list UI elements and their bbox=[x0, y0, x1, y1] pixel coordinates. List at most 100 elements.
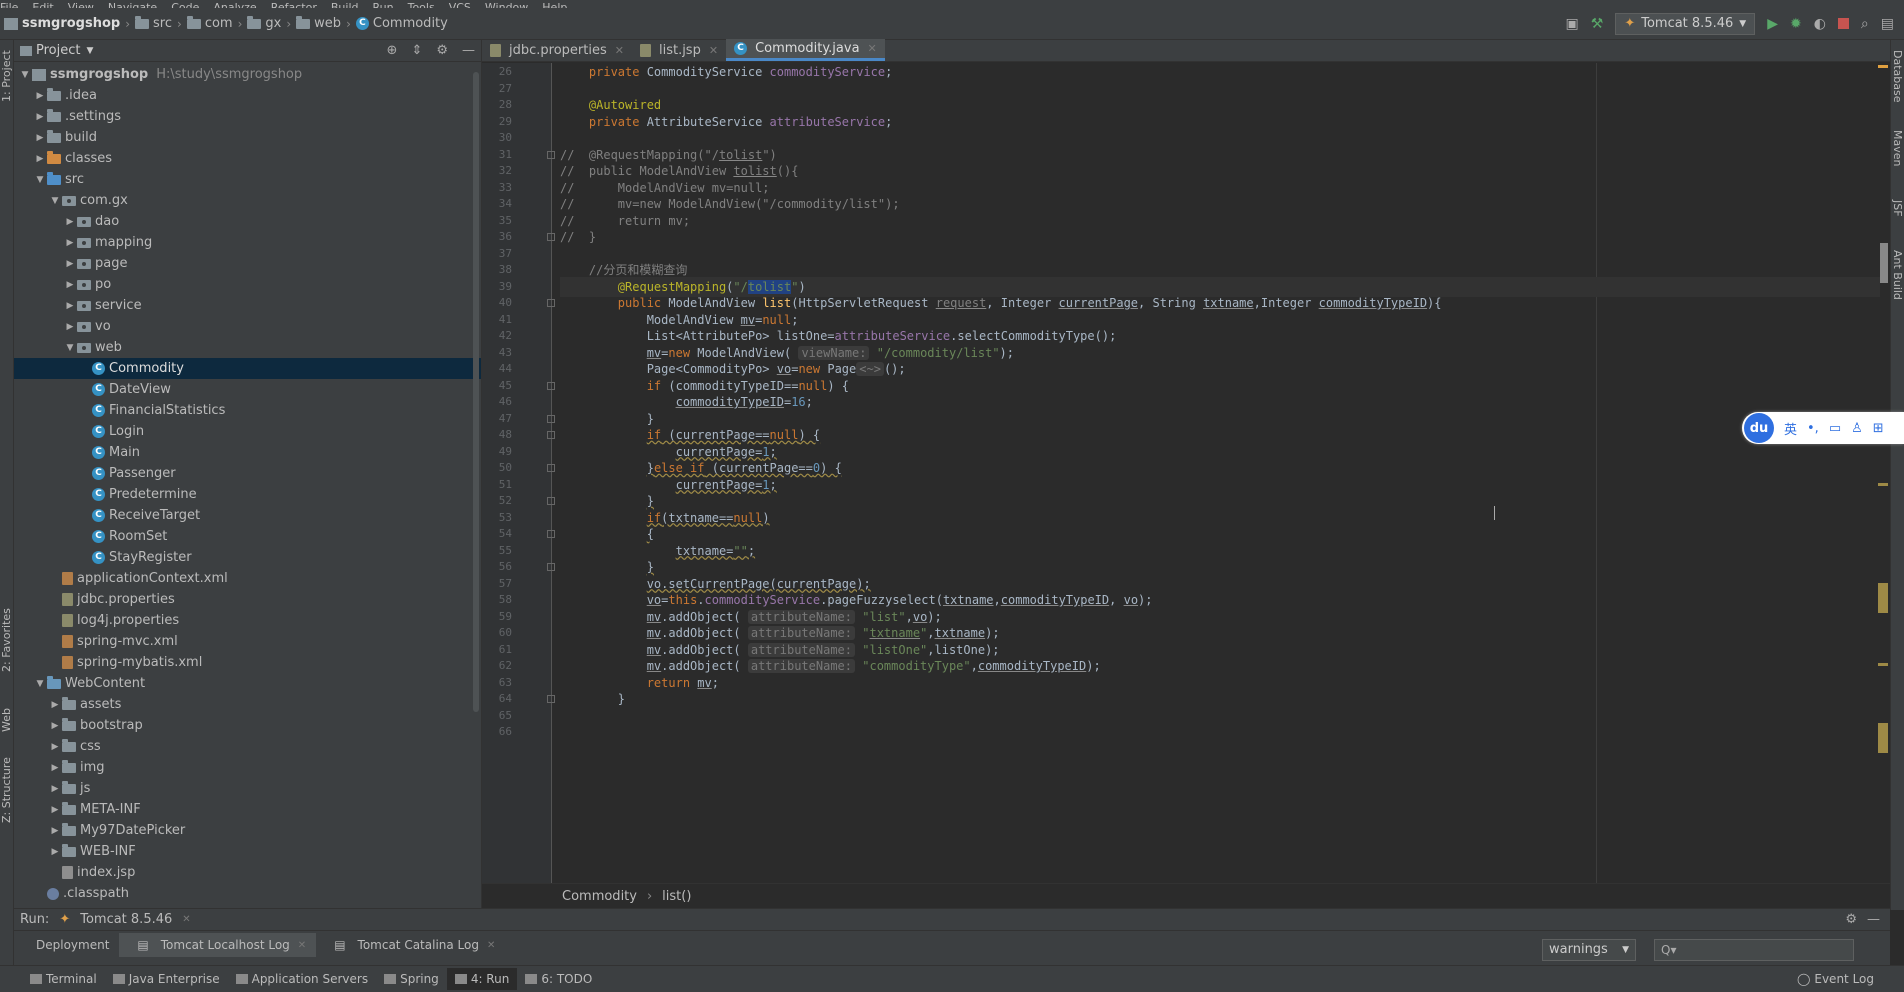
tool-window-application-servers[interactable]: Application Servers bbox=[228, 968, 376, 990]
tab-project[interactable]: 1: Project bbox=[0, 46, 14, 106]
fold-marker-icon[interactable] bbox=[547, 563, 555, 571]
run-subtab[interactable]: ▤ Tomcat Catalina Log ✕ bbox=[316, 933, 505, 957]
tree-item[interactable]: ▼ WebContent bbox=[14, 673, 481, 694]
tree-item[interactable]: ▶ css bbox=[14, 736, 481, 757]
run-config-selector[interactable]: ✦ Tomcat 8.5.46 ▼ bbox=[1615, 12, 1756, 35]
run-subtab[interactable]: Deployment bbox=[26, 933, 119, 957]
code-area[interactable]: 26 27 28 29 30 31 32 33 34 35 36 37 38 39 40 41 42 43 44 45… bbox=[482, 63, 1890, 883]
collapsed-arrow-icon[interactable]: ▶ bbox=[48, 805, 62, 815]
tree-item[interactable]: ▶ assets bbox=[14, 694, 481, 715]
collapsed-arrow-icon[interactable]: ▶ bbox=[33, 91, 47, 101]
build-hammer-icon[interactable]: ⚒ bbox=[1591, 16, 1604, 32]
tree-item[interactable]: C FinancialStatistics bbox=[14, 400, 481, 421]
layout-icon[interactable]: ▤ bbox=[1881, 16, 1894, 32]
breadcrumb-item[interactable]: › web bbox=[281, 15, 341, 31]
fold-marker-icon[interactable] bbox=[547, 381, 555, 390]
collapsed-arrow-icon[interactable]: ▶ bbox=[48, 847, 62, 857]
expanded-arrow-icon[interactable]: ▼ bbox=[18, 70, 32, 80]
expanded-arrow-icon[interactable]: ▼ bbox=[33, 175, 47, 185]
fold-marker-icon[interactable] bbox=[547, 150, 555, 159]
tree-item[interactable]: ▶ vo bbox=[14, 316, 481, 337]
close-icon[interactable]: ✕ bbox=[182, 914, 190, 925]
breadcrumb-item[interactable]: › gx bbox=[233, 15, 281, 31]
ime-toolbar[interactable]: du 英 •, ▭ ♙ ⊞ bbox=[1742, 412, 1904, 444]
tree-item[interactable]: C Login bbox=[14, 421, 481, 442]
collapsed-arrow-icon[interactable]: ▶ bbox=[48, 784, 62, 794]
punctuation-icon[interactable]: •, bbox=[1807, 421, 1819, 436]
tree-item[interactable]: spring-mybatis.xml bbox=[14, 652, 481, 673]
code-lines[interactable]: private CommodityService commodityServic… bbox=[560, 63, 1880, 883]
tree-item[interactable]: ▼ com.gx bbox=[14, 190, 481, 211]
collapsed-arrow-icon[interactable]: ▶ bbox=[63, 280, 77, 290]
hide-icon[interactable]: — bbox=[462, 43, 475, 58]
locate-icon[interactable]: ⊕ bbox=[387, 43, 398, 58]
project-structure-icon[interactable]: ▣ bbox=[1566, 16, 1579, 32]
tab-maven[interactable]: Maven bbox=[1890, 130, 1904, 180]
run-icon[interactable]: ▶ bbox=[1767, 16, 1778, 32]
breadcrumb-item[interactable]: ssmgrogshop bbox=[4, 16, 120, 31]
collapsed-arrow-icon[interactable]: ▶ bbox=[63, 217, 77, 227]
tree-scrollbar[interactable] bbox=[473, 72, 479, 712]
fold-marker-icon[interactable] bbox=[547, 695, 555, 703]
editor-tab[interactable]: C Commodity.java ✕ bbox=[726, 39, 885, 61]
editor-tab[interactable]: jdbc.properties ✕ bbox=[482, 39, 632, 61]
tree-item[interactable]: C ReceiveTarget bbox=[14, 505, 481, 526]
close-icon[interactable]: ✕ bbox=[868, 42, 877, 55]
tab-database[interactable]: Database bbox=[1890, 50, 1904, 110]
tool-window-4-run[interactable]: 4: Run bbox=[446, 968, 518, 990]
tree-item[interactable]: ▶ mapping bbox=[14, 232, 481, 253]
collapsed-arrow-icon[interactable]: ▶ bbox=[63, 322, 77, 332]
collapsed-arrow-icon[interactable]: ▶ bbox=[48, 700, 62, 710]
code-line[interactable]: } bbox=[560, 689, 625, 709]
breadcrumb-item[interactable]: › C Commodity bbox=[341, 16, 448, 31]
breadcrumb-item[interactable]: › com bbox=[172, 15, 233, 31]
fold-marker-icon[interactable] bbox=[547, 497, 555, 505]
tree-item[interactable]: C DateView bbox=[14, 379, 481, 400]
stop-icon[interactable] bbox=[1837, 18, 1849, 29]
ime-language-toggle[interactable]: 英 bbox=[1784, 419, 1797, 438]
baidu-ime-logo[interactable]: du bbox=[1744, 413, 1774, 443]
tree-item[interactable]: ▼ ssmgrogshop H:\study\ssmgrogshop bbox=[14, 64, 481, 85]
tree-item[interactable]: jdbc.properties bbox=[14, 589, 481, 610]
warning-marker[interactable] bbox=[1878, 483, 1888, 486]
tree-item[interactable]: ▶ po bbox=[14, 274, 481, 295]
close-icon[interactable]: ✕ bbox=[487, 940, 495, 951]
warning-marker[interactable] bbox=[1878, 65, 1888, 68]
close-icon[interactable]: ✕ bbox=[709, 44, 718, 57]
hide-icon[interactable]: — bbox=[1867, 912, 1880, 927]
project-title[interactable]: Project bbox=[36, 43, 80, 58]
code-line[interactable]: // } bbox=[560, 227, 596, 247]
close-icon[interactable]: ✕ bbox=[615, 44, 624, 57]
fold-marker-icon[interactable] bbox=[547, 530, 555, 538]
tree-item[interactable]: ▶ META-INF bbox=[14, 799, 481, 820]
tool-window-spring[interactable]: Spring bbox=[376, 968, 447, 990]
tree-item[interactable]: ▶ js bbox=[14, 778, 481, 799]
scroll-thumb[interactable] bbox=[1880, 243, 1888, 283]
user-icon[interactable]: ♙ bbox=[1851, 421, 1863, 436]
tree-item[interactable]: ▶ page bbox=[14, 253, 481, 274]
tool-window-java-enterprise[interactable]: Java Enterprise bbox=[105, 968, 228, 990]
close-icon[interactable]: ✕ bbox=[298, 940, 306, 951]
event-log-button[interactable]: ◯ Event Log bbox=[1797, 972, 1904, 986]
tree-item[interactable]: ▶ WEB-INF bbox=[14, 841, 481, 862]
tree-item[interactable]: ▶ .settings bbox=[14, 106, 481, 127]
collapsed-arrow-icon[interactable]: ▶ bbox=[63, 259, 77, 269]
collapsed-arrow-icon[interactable]: ▶ bbox=[63, 238, 77, 248]
collapsed-arrow-icon[interactable]: ▶ bbox=[63, 301, 77, 311]
chevron-down-icon[interactable]: ▼ bbox=[86, 46, 93, 56]
tree-item[interactable]: C StayRegister bbox=[14, 547, 481, 568]
fold-marker-icon[interactable] bbox=[547, 299, 555, 307]
code-line[interactable]: private CommodityService commodityServic… bbox=[560, 62, 892, 82]
grid-icon[interactable]: ⊞ bbox=[1873, 421, 1884, 436]
expanded-arrow-icon[interactable]: ▼ bbox=[48, 196, 62, 206]
collapsed-arrow-icon[interactable]: ▶ bbox=[48, 721, 62, 731]
collapsed-arrow-icon[interactable]: ▶ bbox=[33, 154, 47, 164]
tree-item[interactable]: C Commodity bbox=[14, 358, 481, 379]
tree-item[interactable]: spring-mvc.xml bbox=[14, 631, 481, 652]
collapsed-arrow-icon[interactable]: ▶ bbox=[33, 133, 47, 143]
collapsed-arrow-icon[interactable]: ▶ bbox=[48, 763, 62, 773]
collapsed-arrow-icon[interactable]: ▶ bbox=[48, 742, 62, 752]
collapsed-arrow-icon[interactable]: ▶ bbox=[33, 112, 47, 122]
tree-item[interactable]: ▶ My97DatePicker bbox=[14, 820, 481, 841]
tree-item[interactable]: ▼ web bbox=[14, 337, 481, 358]
